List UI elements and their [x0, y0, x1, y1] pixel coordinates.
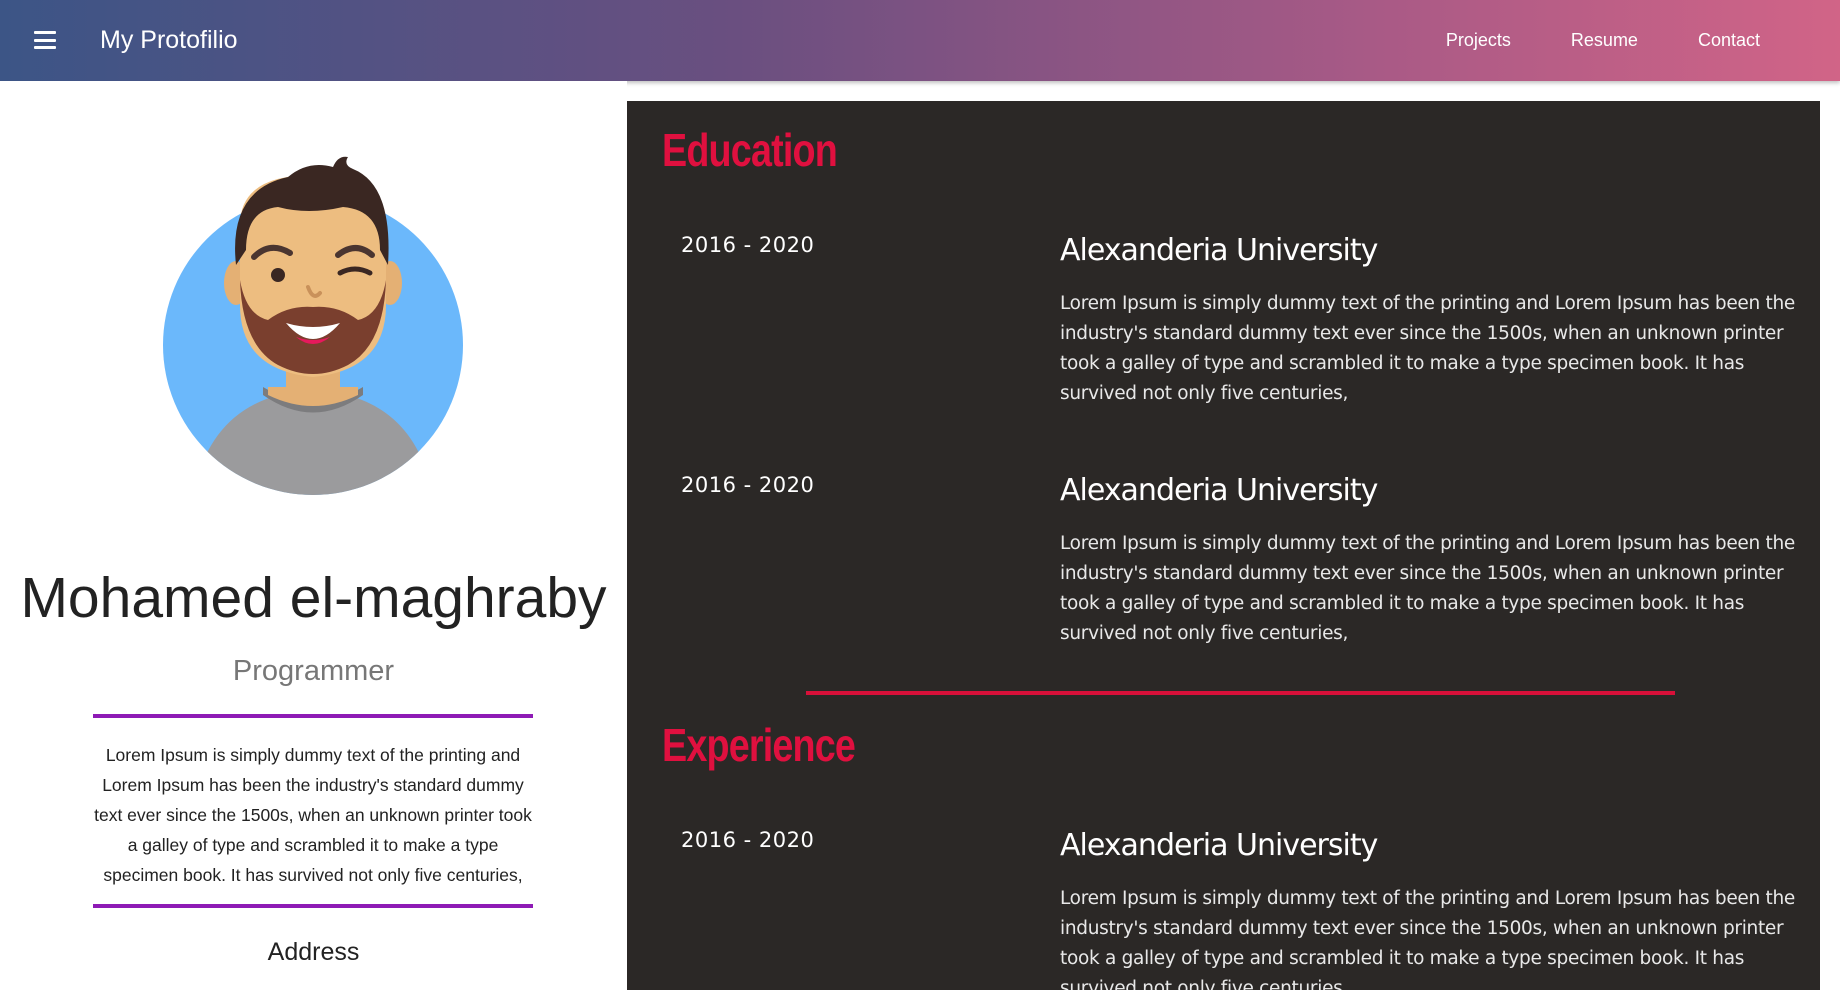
entry-description: Lorem Ipsum is simply dummy text of the …: [1060, 293, 1795, 404]
section-divider: [806, 691, 1675, 695]
entry-school: Alexanderia University: [1060, 233, 1378, 268]
address-heading: Address: [267, 938, 360, 966]
nav-link-projects[interactable]: Projects: [1446, 30, 1511, 51]
divider-top: [93, 714, 533, 718]
resume-panel: Education 2016 - 2020 Alexanderia Univer…: [627, 101, 1820, 990]
profile-name: Mohamed el-maghraby: [20, 566, 607, 630]
profile-role: Programmer: [232, 655, 395, 687]
nav-link-contact[interactable]: Contact: [1698, 30, 1760, 51]
hamburger-menu-icon[interactable]: [34, 31, 56, 49]
education-heading: Education: [662, 124, 838, 176]
profile-bio: Lorem Ipsum is simply dummy text of the …: [94, 745, 532, 885]
nav-links: Projects Resume Contact: [1386, 30, 1760, 51]
brand-title[interactable]: My Protofilio: [100, 26, 238, 55]
entry-date: 2016 - 2020: [681, 233, 815, 257]
profile-column: Mohamed el-maghraby Programmer Lorem Ips…: [0, 81, 627, 990]
experience-heading: Experience: [662, 719, 856, 771]
entry-description: Lorem Ipsum is simply dummy text of the …: [1060, 533, 1795, 644]
divider-bottom: [93, 904, 533, 908]
entry-school: Alexanderia University: [1060, 828, 1378, 863]
avatar: [163, 156, 463, 495]
entry-school: Alexanderia University: [1060, 473, 1378, 508]
entry-date: 2016 - 2020: [681, 828, 815, 852]
nav-link-resume[interactable]: Resume: [1571, 30, 1638, 51]
top-navbar: My Protofilio Projects Resume Contact: [0, 0, 1840, 81]
entry-description: Lorem Ipsum is simply dummy text of the …: [1060, 888, 1795, 990]
entry-date: 2016 - 2020: [681, 473, 815, 497]
